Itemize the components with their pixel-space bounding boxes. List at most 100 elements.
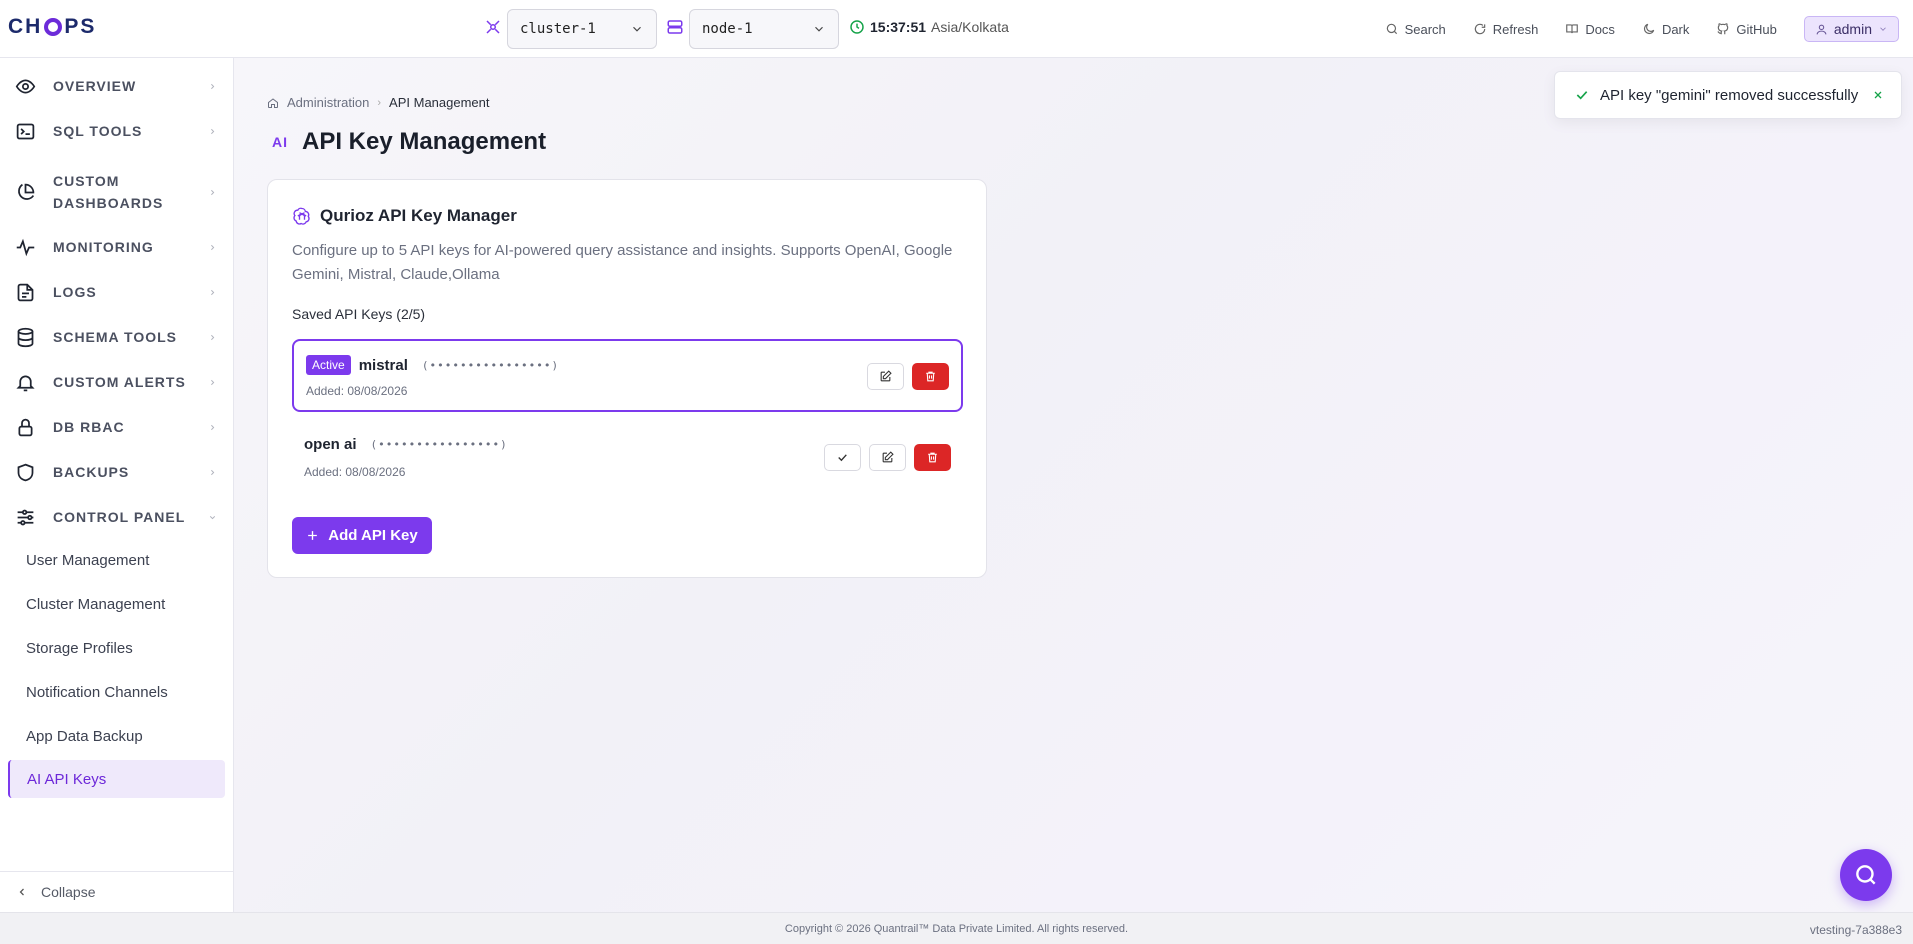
eye-icon [15, 78, 36, 94]
sidebar-item-monitoring[interactable]: MONITORING [0, 236, 234, 258]
sidebar-item-label: DB RBAC [53, 419, 125, 435]
chevron-right-icon [211, 334, 215, 340]
sidebar-collapse-button[interactable]: Collapse [0, 871, 234, 912]
footer-version: vtesting-7a388e3 [1809, 923, 1902, 937]
sidebar-subitem-notification-channels[interactable]: Notification Channels [8, 673, 225, 711]
search-label: Search [1404, 21, 1446, 37]
dark-mode-button[interactable]: Dark [1642, 22, 1689, 37]
sidebar-item-backups[interactable]: BACKUPS [0, 461, 234, 483]
user-menu-button[interactable]: admin [1803, 16, 1899, 42]
sidebar-subitem-user-management[interactable]: User Management [8, 541, 225, 579]
close-icon[interactable] [1872, 89, 1884, 101]
check-icon [838, 454, 847, 462]
api-key-added-date: Added: 08/08/2026 [306, 384, 408, 398]
breadcrumb-parent[interactable]: Administration [287, 95, 369, 110]
chevron-down-icon [815, 26, 823, 32]
logo-text-left: CH [8, 15, 43, 38]
sidebar-item-custom-dashboards[interactable]: CUSTOM DASHBOARDS [0, 170, 234, 214]
sidebar-subitem-label: Notification Channels [26, 683, 168, 701]
search-fab-button[interactable] [1840, 849, 1892, 901]
edit-key-button[interactable] [867, 363, 904, 390]
toast-message: API key "gemini" removed successfully [1600, 86, 1859, 104]
chevron-left-icon [19, 888, 24, 896]
sidebar-subitem-label: Cluster Management [26, 595, 166, 613]
edit-icon [882, 451, 894, 463]
chevron-down-icon [209, 515, 216, 519]
chevron-right-icon [211, 424, 215, 430]
api-key-name-line: Active mistral (••••••••••••••••) [306, 355, 559, 375]
refresh-icon [1474, 23, 1486, 35]
page-header: AI API Key Management [272, 128, 546, 156]
sidebar-item-control-panel[interactable]: CONTROL PANEL [0, 506, 234, 528]
docs-button[interactable]: Docs [1565, 22, 1615, 37]
api-key-row: Active mistral (••••••••••••••••) Added:… [292, 339, 963, 412]
docs-label: Docs [1585, 21, 1615, 37]
sidebar-item-label: BACKUPS [53, 464, 130, 480]
sidebar-item-overview[interactable]: OVERVIEW [0, 75, 234, 97]
home-icon [268, 97, 278, 108]
sidebar-subitem-cluster-management[interactable]: Cluster Management [8, 585, 225, 623]
ai-badge-icon: AI [272, 134, 288, 150]
sidebar-item-logs[interactable]: LOGS [0, 281, 234, 303]
sidebar-item-label: LOGS [53, 284, 97, 300]
activate-key-button[interactable] [824, 444, 861, 471]
node-select[interactable]: node-1 [689, 9, 839, 49]
footer: Copyright © 2026 Quantrail™ Data Private… [0, 912, 1913, 944]
success-toast: API key "gemini" removed successfully [1554, 71, 1902, 119]
sidebar-item-sql-tools[interactable]: SQL TOOLS [0, 120, 234, 142]
node-select-value: node-1 [702, 21, 753, 37]
api-key-name-line: open ai (••••••••••••••••) [304, 436, 508, 453]
book-icon [1566, 24, 1579, 34]
cluster-icon [486, 20, 500, 34]
breadcrumb-current: API Management [389, 95, 490, 110]
github-button[interactable]: GitHub [1716, 21, 1777, 37]
sidebar-item-schema-tools[interactable]: SCHEMA TOOLS [0, 326, 234, 348]
edit-icon [880, 370, 892, 382]
chevron-right-icon [211, 469, 215, 475]
chevron-right-icon [211, 244, 215, 250]
saved-keys-title: Saved API Keys (2/5) [292, 306, 426, 322]
api-key-masked: (••••••••••••••••) [421, 358, 560, 372]
clock-icon [850, 20, 864, 34]
shield-icon [17, 463, 34, 481]
check-icon [1576, 91, 1588, 100]
github-label: GitHub [1736, 21, 1777, 37]
sidebar-subitem-storage-profiles[interactable]: Storage Profiles [8, 629, 225, 667]
main-content: Administration › API Management AI API K… [234, 58, 1913, 912]
collapse-label: Collapse [41, 884, 96, 900]
user-name: admin [1833, 21, 1872, 37]
breadcrumb-separator: › [377, 96, 382, 109]
cluster-select[interactable]: cluster-1 [507, 9, 657, 49]
page-title: API Key Management [302, 128, 547, 155]
sidebar-item-label: OVERVIEW [53, 78, 137, 94]
sidebar-subitem-app-data-backup[interactable]: App Data Backup [8, 717, 225, 755]
top-bar: CH PS cluster-1 node-1 15:37:51 Asia/Kol… [0, 0, 1913, 58]
add-api-key-label: Add API Key [328, 527, 418, 544]
api-key-actions [824, 444, 951, 471]
sidebar-item-custom-alerts[interactable]: CUSTOM ALERTS [0, 371, 234, 393]
logo-ring-icon [44, 18, 63, 36]
openai-icon [293, 207, 310, 225]
api-key-name: open ai [304, 436, 357, 453]
refresh-button[interactable]: Refresh [1473, 21, 1539, 37]
chevron-right-icon [211, 128, 215, 134]
header-actions: Search Refresh Docs Dark GitHub admin [1358, 0, 1913, 58]
api-key-name: mistral [358, 356, 408, 374]
sidebar-item-db-rbac[interactable]: DB RBAC [0, 416, 234, 438]
delete-key-button[interactable] [912, 363, 949, 390]
sidebar-item-label: SCHEMA TOOLS [53, 329, 178, 345]
search-icon [1856, 865, 1876, 885]
edit-key-button[interactable] [869, 444, 906, 471]
delete-key-button[interactable] [914, 444, 951, 471]
sidebar-subitem-ai-api-keys[interactable]: AI API Keys [8, 760, 225, 798]
server-icon [667, 20, 683, 34]
app-logo[interactable]: CH PS [8, 15, 96, 39]
search-button[interactable]: Search [1385, 22, 1446, 37]
refresh-label: Refresh [1492, 21, 1539, 37]
sidebar-item-label: CUSTOM ALERTS [53, 374, 186, 390]
api-key-manager-card: Qurioz API Key Manager Configure up to 5… [267, 179, 987, 578]
trash-icon [928, 452, 937, 463]
lock-icon [18, 418, 33, 436]
add-api-key-button[interactable]: Add API Key [292, 517, 432, 554]
pie-chart-icon [18, 183, 35, 200]
